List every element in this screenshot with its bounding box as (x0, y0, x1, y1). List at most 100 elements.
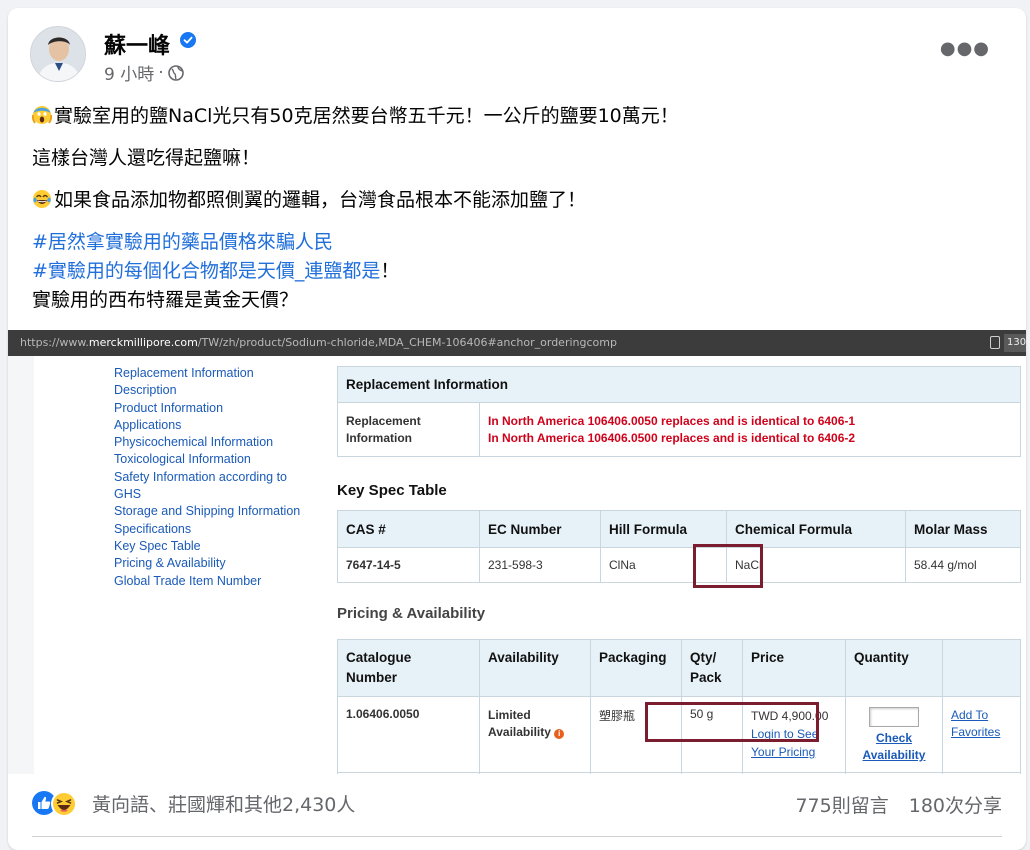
replacement-table: Replacement Information Replacement Info… (337, 366, 1021, 457)
post-text-1: 實驗室用的鹽NaCl光只有50克居然要台幣五千元！一公斤的鹽要10萬元！ (54, 105, 679, 127)
verified-badge-icon (180, 32, 196, 48)
engagement-counts: 775則留言 180次分享 (795, 791, 1002, 818)
pricing-empty-cell (337, 772, 480, 774)
url-text: https://www.merckmillipore.com/TW/zh/pro… (20, 330, 617, 356)
browser-url-bar: https://www.merckmillipore.com/TW/zh/pro… (8, 330, 1026, 356)
pricing-empty-cell (942, 772, 1021, 774)
pricing-empty-cell (742, 772, 846, 774)
pricing-header-quantity: Quantity (845, 639, 943, 697)
comments-count[interactable]: 775則留言 (795, 791, 888, 818)
sidebar-item: Physicochemical Information (114, 435, 274, 450)
post-paragraph-1: 實驗室用的鹽NaCl光只有50克居然要台幣五千元！一公斤的鹽要10萬元！ (32, 102, 1002, 131)
pricing-header-catalogue-2: Number (346, 670, 398, 685)
key-spec-title: Key Spec Table (337, 482, 447, 499)
more-options-icon[interactable]: ●●● (940, 38, 990, 59)
pricing-empty-cell (845, 772, 943, 774)
sidebar-item: Applications (114, 417, 182, 432)
url-path: /TW/zh/product/Sodium-chloride,MDA_CHEM-… (197, 336, 617, 349)
pricing-favorites: Add To Favorites (942, 696, 1021, 773)
shares-count[interactable]: 180次分享 (909, 791, 1002, 818)
haha-reaction-icon (51, 790, 77, 817)
pricing-empty-cell (590, 772, 682, 774)
post-body: 實驗室用的鹽NaCl光只有50克居然要台幣五千元！一公斤的鹽要10萬元！ 這樣台… (32, 102, 1002, 315)
sidebar-item: Key Spec Table (114, 538, 201, 553)
add-to-favorites-link-2[interactable]: Favorites (951, 724, 1012, 741)
nacl-highlight-box (693, 544, 763, 588)
hashtag-1[interactable]: #居然拿實驗用的藥品價格來騙人民 (32, 231, 333, 253)
pricing-header-packaging: Packaging (590, 639, 682, 697)
footer-divider (32, 836, 1002, 837)
sidebar-item: Toxicological Information (114, 452, 251, 467)
url-right-number: 130 (1004, 334, 1026, 352)
pricing-header-empty (942, 639, 1021, 697)
pricing-availability-2-row: Availability i (488, 724, 582, 741)
author-name[interactable]: 蘇一峰 (104, 28, 170, 60)
replacement-line-1: In North America 106406.0050 replaces an… (488, 413, 856, 428)
price-highlight-box (645, 702, 819, 742)
pricing-header-qty: Qty/ Pack (681, 639, 743, 697)
sidebar-item: Description (114, 383, 177, 398)
post-time[interactable]: 9 小時 (104, 60, 154, 85)
replacement-line-2: In North America 106406.0500 replaces an… (488, 430, 856, 445)
pricing-header-price: Price (742, 639, 846, 697)
info-icon[interactable]: i (554, 729, 565, 739)
hashtag-2[interactable]: #實驗用的每個化合物都是天價_連鹽都是 (32, 260, 380, 282)
avatar-photo (31, 27, 85, 81)
replacement-label-2: Information (346, 430, 412, 445)
post-paragraph-2: 這樣台灣人還吃得起鹽嘛！ (32, 144, 1002, 173)
login-link-2[interactable]: Your Pricing (751, 743, 837, 761)
sidebar-item: Specifications (114, 521, 192, 536)
pricing-header-catalogue: Catalogue Number (337, 639, 480, 697)
reactions-summary[interactable]: 黃向語、莊國輝和其他2,430人 (32, 790, 355, 817)
add-to-favorites-link-1[interactable]: Add To (951, 707, 1012, 724)
post-text-4: 實驗用的西布特羅是黃金天價？ (32, 289, 299, 311)
reaction-icons (32, 790, 88, 817)
sidebar-item: Pricing & Availability (114, 556, 226, 571)
post-last-line: 實驗用的西布特羅是黃金天價？ (32, 286, 1002, 315)
post-card: 蘇一峰 9 小時 · ●●● 實驗室用的鹽NaCl光只有50克居然要台幣五千元！… (8, 8, 1026, 850)
pricing-title: Pricing & Availability (337, 605, 486, 622)
pricing-header-availability: Availability (479, 639, 591, 697)
pricing-availability-1: Limited (488, 708, 531, 722)
url-prefix: https://www. (20, 336, 89, 349)
sidebar-item: Product Information (114, 400, 224, 415)
hashtag-line-2: #實驗用的每個化合物都是天價_連鹽都是！ (32, 257, 1002, 286)
sidebar-item: Replacement Information (114, 366, 254, 380)
hashtag-line-1: #居然拿實驗用的藥品價格來騙人民 (32, 228, 1002, 257)
post-text-2: 這樣台灣人還吃得起鹽嘛！ (32, 147, 261, 169)
post-paragraph-3: 如果食品添加物都照側翼的邏輯，台灣食品根本不能添加鹽了！ (32, 186, 1002, 215)
replacement-header: Replacement Information (337, 366, 1021, 403)
post-text-3: 如果食品添加物都照側翼的邏輯，台灣食品根本不能添加鹽了！ (54, 189, 587, 211)
pricing-header-qty-1: Qty/ (690, 650, 717, 665)
replacement-label: Replacement Information (337, 402, 480, 457)
product-sidebar: Replacement Information Description Prod… (114, 365, 314, 590)
pricing-catalogue: 1.06406.0050 (337, 696, 480, 773)
pricing-header-qty-2: Pack (690, 670, 722, 685)
sidebar-item: Global Trade Item Number (114, 573, 262, 588)
url-domain: merckmillipore.com (88, 336, 198, 349)
attached-screenshot[interactable]: https://www.merckmillipore.com/TW/zh/pro… (8, 330, 1026, 774)
pricing-availability-2: Availability (488, 725, 551, 739)
check-availability-link-1[interactable]: Check (854, 730, 934, 747)
key-spec-cas: 7647-14-5 (337, 547, 480, 583)
product-page: Replacement Information Description Prod… (34, 356, 1026, 774)
pricing-header-catalogue-1: Catalogue (346, 650, 412, 665)
reactions-text[interactable]: 黃向語、莊國輝和其他2,430人 (92, 790, 355, 817)
replacement-label-1: Replacement (346, 413, 421, 428)
author-avatar[interactable] (30, 26, 86, 82)
key-spec-header-chemical: Chemical Formula (726, 510, 906, 548)
pricing-empty-cell (681, 772, 743, 774)
pricing-quantity: Check Availability (845, 696, 943, 773)
key-spec-header-ec: EC Number (479, 510, 601, 548)
pricing-empty-cell (479, 772, 591, 774)
key-spec-header-hill: Hill Formula (600, 510, 727, 548)
check-availability-link-2[interactable]: Availability (854, 747, 934, 764)
reader-icon (990, 336, 1000, 349)
quantity-input[interactable] (869, 707, 919, 727)
sidebar-item: GHS (114, 487, 142, 502)
key-spec-header-molar: Molar Mass (905, 510, 1021, 548)
hashtag-2-suffix: ！ (380, 260, 400, 282)
screaming-face-icon (32, 106, 52, 124)
globe-icon[interactable] (167, 64, 184, 81)
key-spec-ec: 231-598-3 (479, 547, 601, 583)
